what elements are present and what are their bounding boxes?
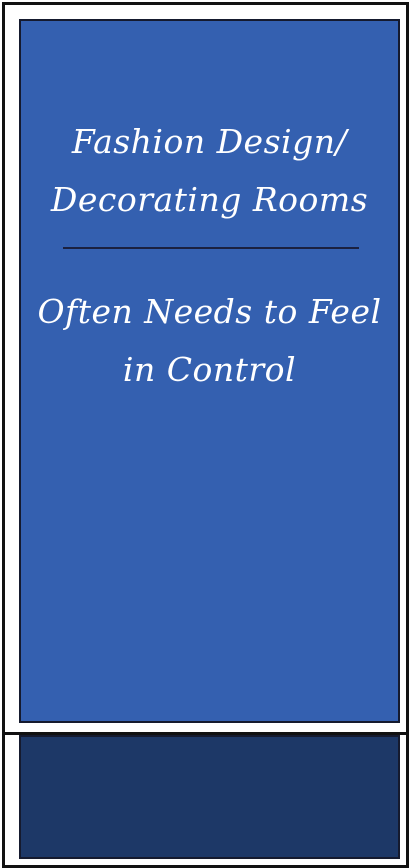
card-title-line-1: Fashion Design/ — [71, 122, 348, 161]
card-title-line-2: Decorating Rooms — [50, 180, 369, 219]
card-subtitle-line-1: Often Needs to Feel — [37, 292, 382, 331]
card-subtitle: Often Needs to Feel in Control — [21, 283, 398, 399]
bottom-panel — [19, 735, 400, 859]
title-divider — [63, 247, 359, 249]
card-frame: Fashion Design/ Decorating Rooms Often N… — [2, 2, 409, 868]
card-title: Fashion Design/ Decorating Rooms — [21, 113, 398, 229]
card-subtitle-line-2: in Control — [122, 350, 297, 389]
main-panel: Fashion Design/ Decorating Rooms Often N… — [19, 19, 400, 723]
